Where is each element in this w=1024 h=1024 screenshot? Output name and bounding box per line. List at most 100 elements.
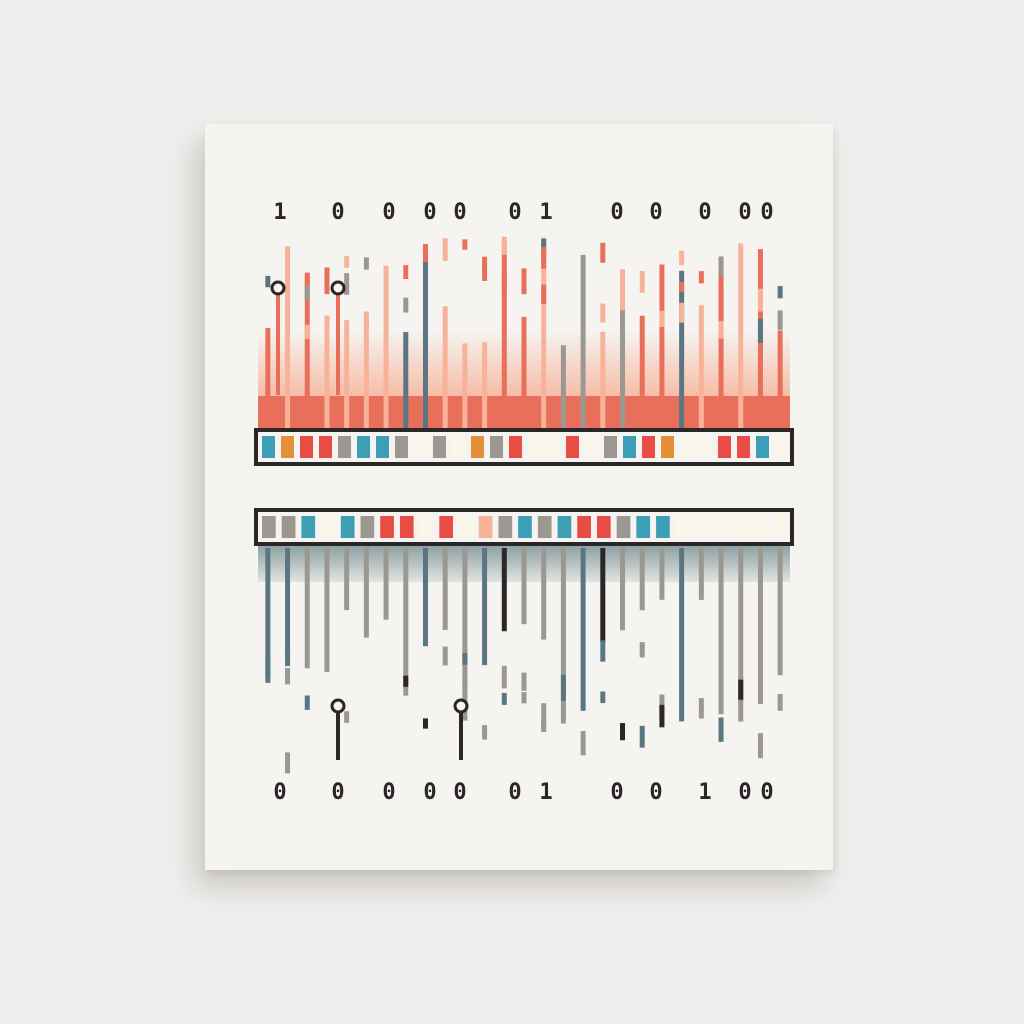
bottom-strip-cell: [734, 516, 749, 538]
bottom-strip-cell: [557, 516, 572, 538]
bottom-dash: [462, 652, 468, 665]
bottom-dash: [580, 730, 586, 756]
top-strip-cell: [680, 436, 693, 458]
bottom-binary-digit: 0: [610, 780, 623, 805]
top-strip-cell: [395, 436, 408, 458]
bottom-pin-marker: [453, 698, 469, 714]
bottom-strip-cell: [380, 516, 394, 538]
top-bar: [659, 264, 665, 430]
bottom-strip-cell: [321, 516, 335, 538]
top-dash: [600, 242, 606, 263]
bottom-bar: [639, 548, 645, 611]
bottom-dash: [560, 674, 566, 701]
top-bar: [698, 305, 704, 430]
top-bar: [462, 343, 468, 430]
bottom-strip-cell: [715, 516, 729, 538]
top-bar: [600, 331, 606, 430]
top-binary-digit: 0: [738, 200, 751, 225]
top-dash: [698, 271, 704, 284]
bottom-strip-cell: [616, 516, 631, 538]
bottom-dash: [757, 733, 763, 759]
top-dash: [304, 285, 310, 301]
top-strip-cell: [414, 436, 427, 458]
bottom-bar: [442, 548, 448, 630]
top-strip-cell: [300, 436, 313, 458]
top-bar: [777, 330, 783, 430]
bottom-bar: [363, 548, 369, 638]
bottom-dash: [501, 692, 507, 705]
bottom-strip-cell: [459, 516, 473, 538]
top-strip-cell: [585, 436, 598, 458]
top-binary-digit: 0: [760, 200, 773, 225]
top-dash: [482, 256, 488, 281]
top-strip-cell: [642, 436, 655, 458]
bottom-bar: [324, 548, 330, 673]
top-strip-cell: [756, 436, 769, 458]
top-dash: [501, 236, 507, 255]
top-dash: [521, 268, 527, 295]
bottom-bar: [501, 548, 507, 632]
top-dash: [344, 273, 350, 295]
top-dash: [679, 250, 685, 266]
top-dash: [620, 269, 626, 298]
top-binary-digit: 1: [539, 200, 552, 225]
top-strip-cell: [623, 436, 636, 458]
top-bar: [422, 249, 428, 430]
bottom-binary-digit: 0: [508, 780, 521, 805]
top-dash: [442, 238, 448, 261]
bottom-dash: [718, 717, 724, 742]
top-binary-digit: 1: [273, 200, 286, 225]
bottom-dash: [285, 668, 291, 685]
bottom-strip-cell: [537, 516, 552, 538]
top-dash: [659, 310, 665, 327]
bottom-bar: [580, 548, 586, 711]
top-binary-digit: 0: [331, 200, 344, 225]
top-dash: [285, 286, 291, 300]
bottom-binary-digit: 0: [331, 780, 344, 805]
top-dash: [718, 321, 724, 339]
top-dash: [620, 296, 626, 311]
top-bar: [403, 332, 409, 430]
bottom-binary-digit: 0: [760, 780, 773, 805]
bottom-binary-digit: 0: [738, 780, 751, 805]
top-strip-cell: [471, 436, 484, 458]
bottom-strip-cell: [360, 516, 375, 538]
top-bar: [560, 345, 566, 430]
top-strip-cell: [319, 436, 332, 458]
bottom-strip-cell: [774, 516, 788, 538]
bottom-binary-digit: 0: [453, 780, 466, 805]
top-strip-cell: [452, 436, 465, 458]
top-dash: [757, 288, 763, 312]
bottom-strip-cell: [498, 516, 513, 538]
bottom-strip-cell: [399, 516, 414, 538]
top-binary-digit: 0: [382, 200, 395, 225]
bottom-strip-cell: [695, 516, 710, 538]
top-dash: [304, 324, 310, 339]
top-bar: [580, 254, 586, 430]
top-strip-cell: [490, 436, 503, 458]
bottom-bar: [383, 548, 389, 620]
top-strip-cell: [357, 436, 370, 458]
top-dash: [777, 286, 783, 299]
top-dash: [541, 246, 547, 269]
bottom-strip-cell: [281, 516, 296, 538]
bottom-dash: [777, 693, 783, 711]
top-bar: [679, 270, 685, 430]
bottom-bar: [777, 548, 783, 676]
top-dash: [541, 284, 547, 305]
top-dash: [422, 244, 428, 263]
top-bar: [344, 320, 350, 430]
top-bar: [738, 243, 744, 430]
bottom-strip-cell: [340, 516, 355, 538]
bottom-bar: [304, 548, 310, 669]
top-strip-cell: [509, 436, 522, 458]
top-dash: [718, 256, 724, 276]
bottom-dash: [403, 675, 409, 687]
top-dash: [363, 257, 369, 270]
bottom-dash: [600, 640, 606, 662]
bottom-dash: [285, 752, 291, 774]
bottom-strip-cell: [478, 516, 493, 538]
top-bar: [363, 316, 369, 430]
top-dash: [679, 302, 685, 323]
top-strip-cell: [433, 436, 446, 458]
